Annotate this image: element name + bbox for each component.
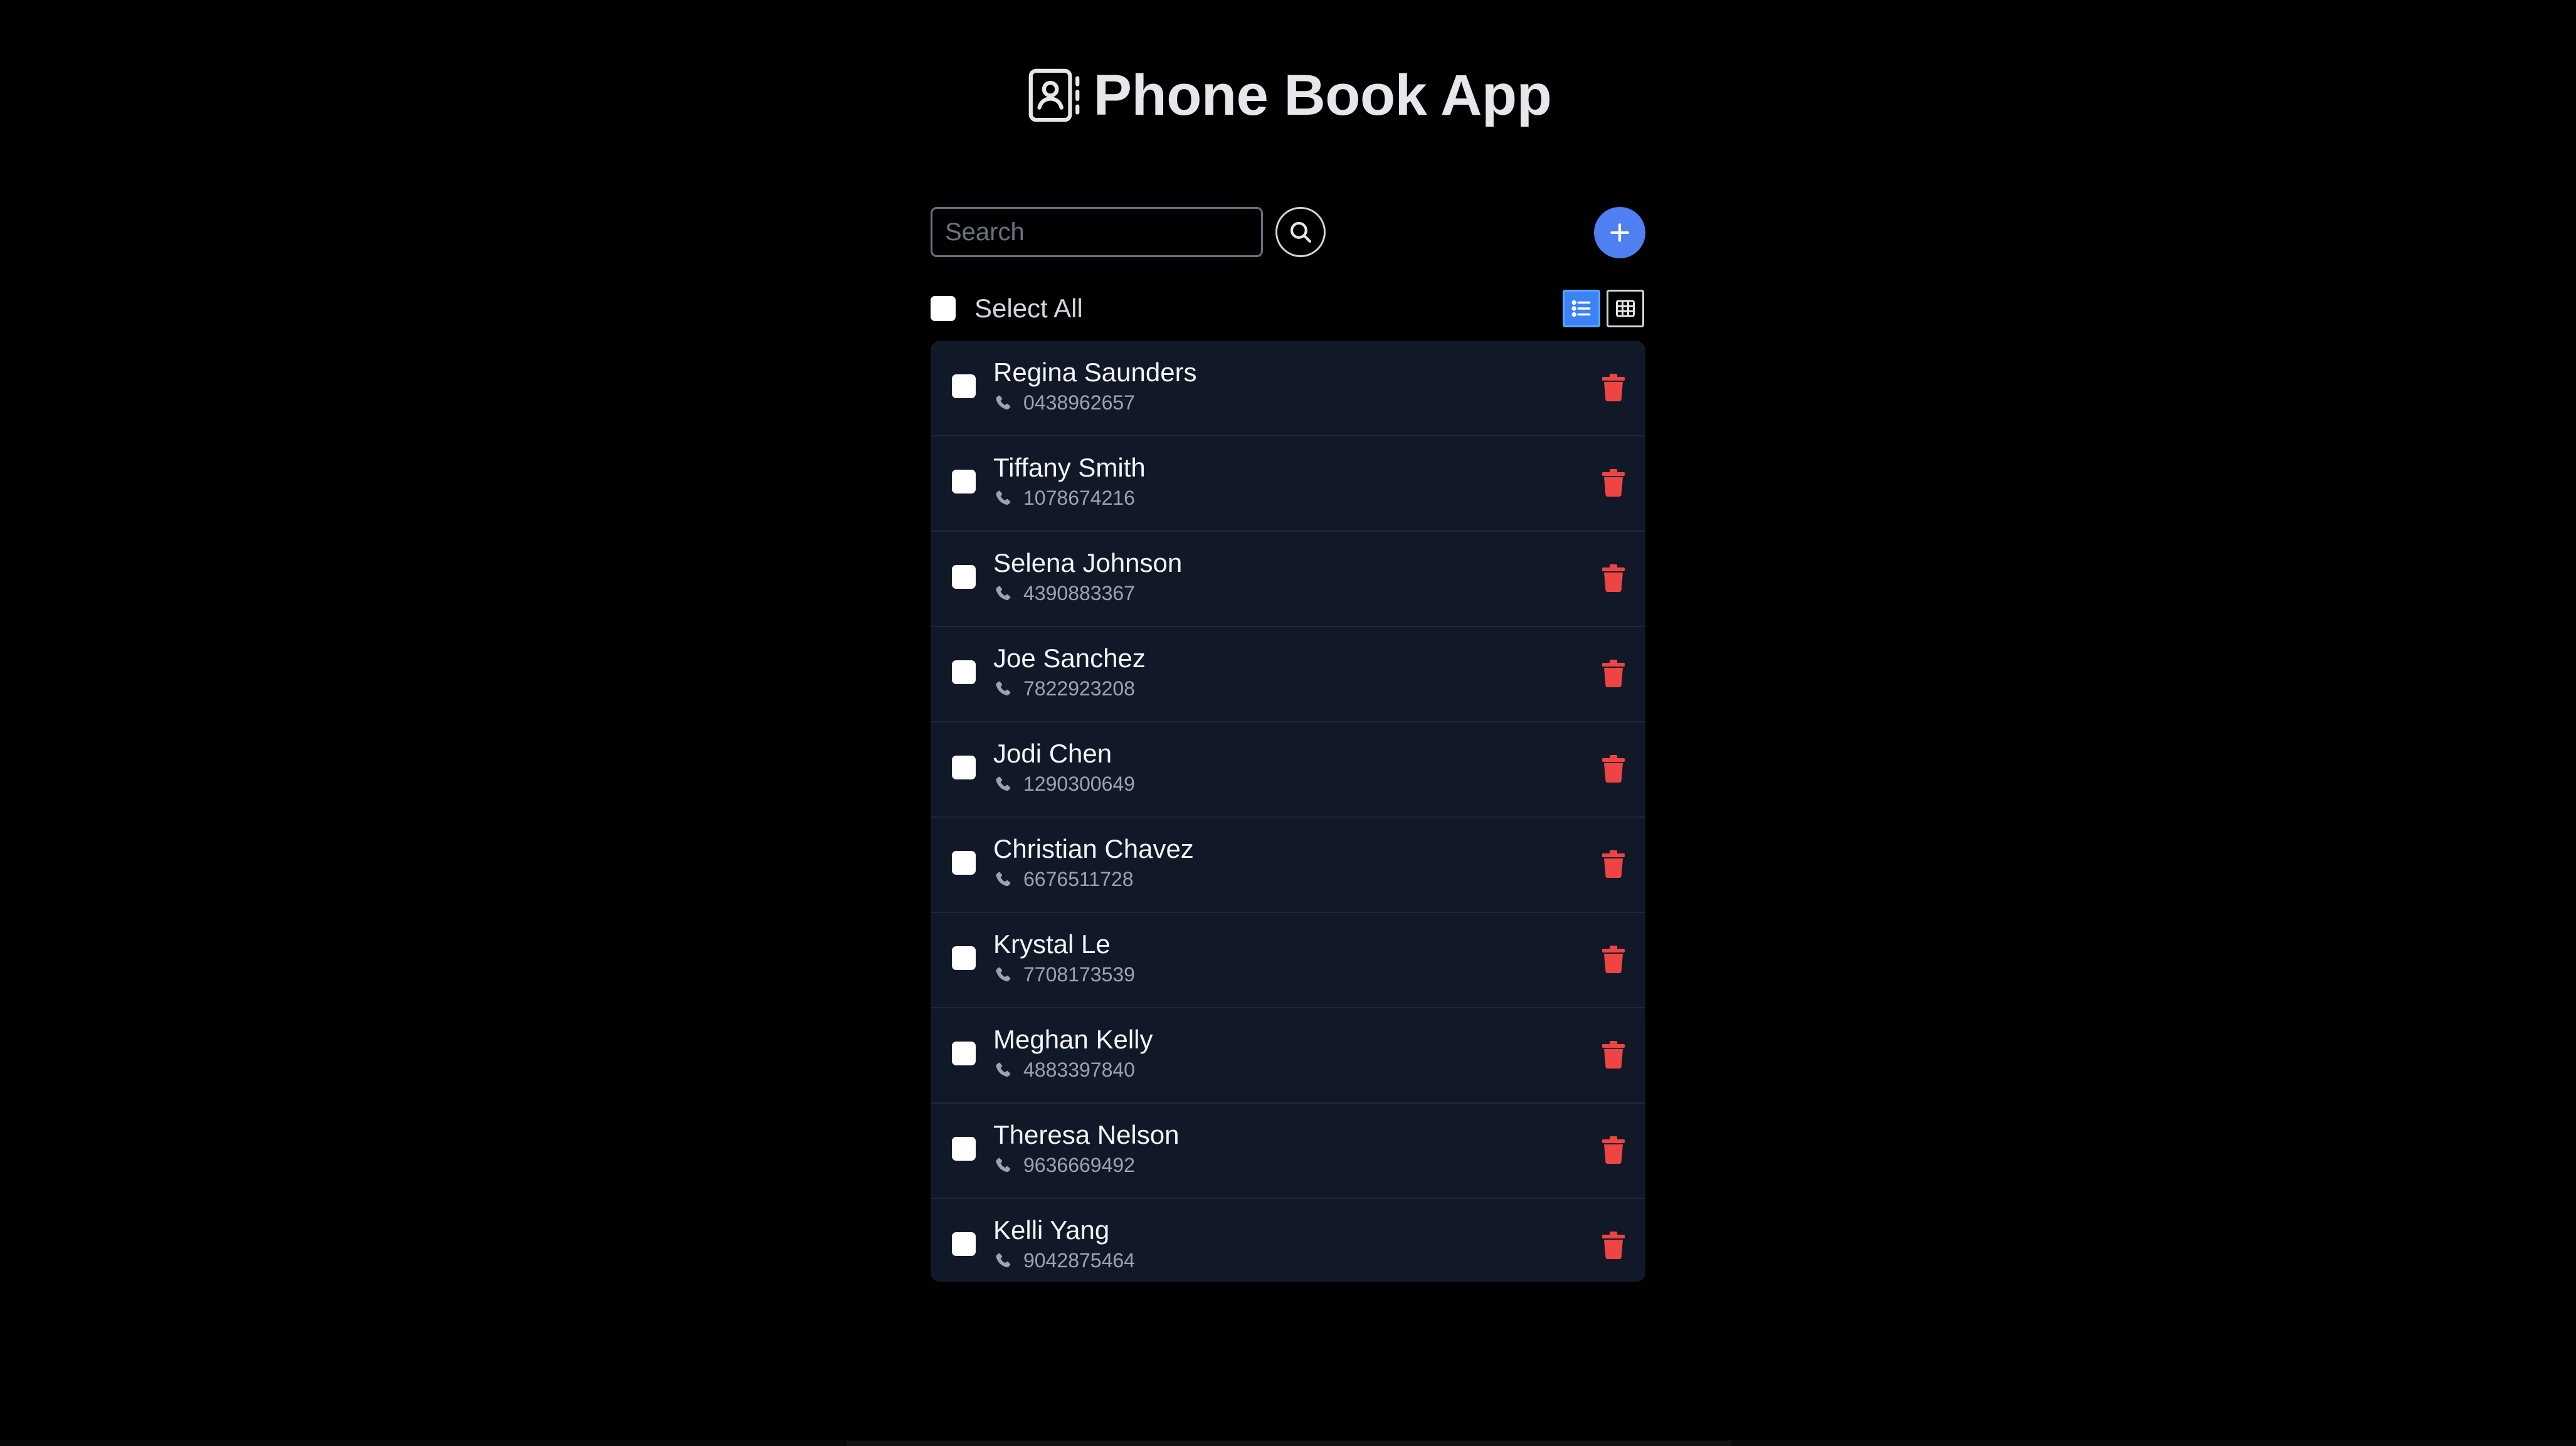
phone-icon <box>996 1253 1011 1267</box>
search-input[interactable] <box>931 207 1263 257</box>
contact-name: Krystal Le <box>993 929 1111 959</box>
phone-line: 1290300649 <box>993 773 1135 796</box>
toolbar <box>931 206 1645 262</box>
phone-icon <box>996 967 1011 981</box>
phone-line: 7822923208 <box>993 677 1135 700</box>
add-contact-button[interactable] <box>1594 207 1645 258</box>
contact-phone: 7822923208 <box>1023 677 1135 700</box>
phone-line: 4390883367 <box>993 582 1135 605</box>
contact-list: Regina Saunders 0438962657 Tiffany Smith… <box>931 341 1645 1282</box>
contact-row[interactable]: Selena Johnson 4390883367 <box>931 532 1645 627</box>
grid-icon <box>1616 300 1635 317</box>
trash-icon <box>1602 660 1625 687</box>
contact-name: Regina Saunders <box>993 357 1197 387</box>
contact-name: Tiffany Smith <box>993 453 1146 482</box>
contact-checkbox[interactable] <box>952 660 976 684</box>
list-icon <box>1571 300 1591 317</box>
delete-button[interactable] <box>1599 1040 1628 1070</box>
contact-name: Jodi Chen <box>993 739 1112 768</box>
delete-button[interactable] <box>1599 563 1628 593</box>
phone-icon <box>996 1158 1011 1172</box>
phone-line: 9636669492 <box>993 1154 1135 1177</box>
phone-line: 0438962657 <box>993 391 1135 414</box>
delete-button[interactable] <box>1599 1135 1628 1165</box>
contact-name: Christian Chavez <box>993 834 1194 863</box>
contact-row[interactable]: Christian Chavez 6676511728 <box>931 818 1645 913</box>
contact-row[interactable]: Krystal Le 7708173539 <box>931 913 1645 1008</box>
trash-icon <box>1602 755 1625 783</box>
trash-icon <box>1602 374 1625 401</box>
search-button[interactable] <box>1275 207 1326 257</box>
contact-row[interactable]: Theresa Nelson 9636669492 <box>931 1104 1645 1199</box>
contact-checkbox[interactable] <box>952 374 976 398</box>
trash-icon <box>1602 946 1625 973</box>
phone-line: 6676511728 <box>993 868 1134 891</box>
contact-checkbox[interactable] <box>952 1137 976 1161</box>
contact-phone: 7708173539 <box>1023 963 1135 986</box>
contact-checkbox[interactable] <box>952 470 976 493</box>
phone-line: 7708173539 <box>993 963 1135 986</box>
search-icon <box>1290 221 1311 243</box>
select-all-row: Select All <box>931 287 1645 331</box>
phone-icon <box>996 776 1011 791</box>
contact-checkbox[interactable] <box>952 1232 976 1256</box>
phone-icon <box>996 586 1011 600</box>
delete-button[interactable] <box>1599 468 1628 498</box>
select-all-label: Select All <box>974 293 1083 323</box>
phone-book-page: Phone Book App Select All <box>0 0 2576 1446</box>
trash-icon <box>1602 1232 1625 1259</box>
contact-book-icon <box>1028 68 1079 122</box>
contact-name: Kelli Yang <box>993 1215 1110 1245</box>
trash-icon <box>1602 564 1625 592</box>
app-header: Phone Book App <box>0 60 2576 130</box>
contact-name: Theresa Nelson <box>993 1120 1180 1149</box>
contact-checkbox[interactable] <box>952 565 976 589</box>
contact-phone: 9042875464 <box>1023 1249 1135 1272</box>
contact-phone: 1078674216 <box>1023 487 1135 509</box>
contact-checkbox[interactable] <box>952 851 976 875</box>
delete-button[interactable] <box>1599 1230 1628 1260</box>
grid-view-button[interactable] <box>1607 290 1644 327</box>
contact-phone: 6676511728 <box>1023 868 1134 890</box>
contact-row[interactable]: Regina Saunders 0438962657 <box>931 341 1645 436</box>
delete-button[interactable] <box>1599 372 1628 403</box>
contact-name: Meghan Kelly <box>993 1025 1153 1054</box>
contact-phone: 9636669492 <box>1023 1154 1135 1176</box>
contact-checkbox[interactable] <box>952 946 976 970</box>
phone-line: 9042875464 <box>993 1249 1135 1272</box>
trash-icon <box>1602 469 1625 497</box>
phone-line: 1078674216 <box>993 487 1135 510</box>
contact-row[interactable]: Joe Sanchez 7822923208 <box>931 627 1645 722</box>
list-view-button[interactable] <box>1563 290 1600 327</box>
contact-checkbox[interactable] <box>952 756 976 779</box>
phone-icon <box>996 681 1011 695</box>
contact-row[interactable]: Jodi Chen 1290300649 <box>931 722 1645 818</box>
delete-button[interactable] <box>1599 944 1628 974</box>
plus-icon <box>1610 223 1629 242</box>
contact-row[interactable]: Kelli Yang 9042875464 <box>931 1199 1645 1282</box>
phone-icon <box>996 1062 1011 1077</box>
contact-phone: 0438962657 <box>1023 391 1135 414</box>
delete-button[interactable] <box>1599 754 1628 784</box>
trash-icon <box>1602 1136 1625 1164</box>
delete-button[interactable] <box>1599 849 1628 879</box>
select-all-checkbox[interactable] <box>931 296 956 321</box>
delete-button[interactable] <box>1599 658 1628 689</box>
bottom-edge-center <box>847 1441 1731 1446</box>
trash-icon <box>1602 850 1625 878</box>
phone-icon <box>996 395 1011 409</box>
phone-icon <box>996 872 1011 886</box>
contact-phone: 4390883367 <box>1023 582 1135 604</box>
phone-icon <box>996 490 1011 505</box>
contact-name: Joe Sanchez <box>993 643 1146 673</box>
contact-checkbox[interactable] <box>952 1042 976 1065</box>
trash-icon <box>1602 1041 1625 1069</box>
page-title: Phone Book App <box>1093 63 1552 127</box>
contact-row[interactable]: Meghan Kelly 4883397840 <box>931 1008 1645 1104</box>
contact-row[interactable]: Tiffany Smith 1078674216 <box>931 436 1645 532</box>
contact-name: Selena Johnson <box>993 548 1183 578</box>
contact-phone: 1290300649 <box>1023 773 1135 795</box>
contact-phone: 4883397840 <box>1023 1058 1135 1081</box>
phone-line: 4883397840 <box>993 1058 1135 1082</box>
